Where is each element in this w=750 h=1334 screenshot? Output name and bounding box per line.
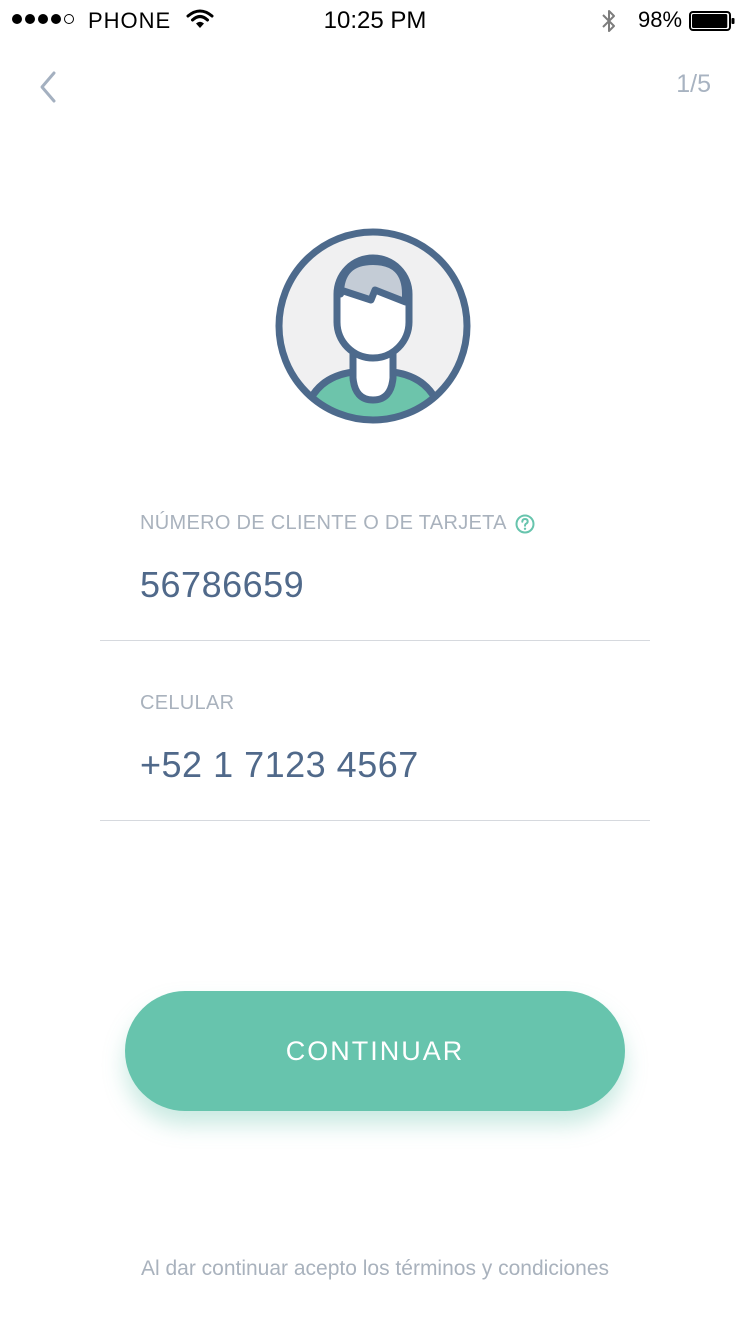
chevron-left-icon[interactable] — [32, 68, 64, 106]
bluetooth-icon — [602, 10, 615, 32]
continue-button-label: CONTINUAR — [285, 1035, 465, 1066]
wifi-icon — [186, 9, 214, 28]
battery-percent: 98% — [638, 7, 683, 32]
carrier-name: PHONE — [88, 8, 172, 33]
client-number-label: NÚMERO DE CLIENTE O DE TARJETA — [140, 512, 535, 535]
battery-fill — [692, 14, 728, 28]
phone-field[interactable]: CELULAR +52 1 7123 4567 — [100, 680, 650, 821]
phone-input[interactable]: +52 1 7123 4567 — [140, 744, 419, 786]
client-number-field[interactable]: NÚMERO DE CLIENTE O DE TARJETA 56786659 — [100, 500, 650, 641]
step-indicator: 1/5 — [676, 70, 711, 98]
question-circle-icon[interactable] — [515, 514, 535, 534]
signal-dot — [12, 14, 22, 24]
cell-signal-icon — [12, 14, 74, 24]
client-number-label-text: NÚMERO DE CLIENTE O DE TARJETA — [140, 512, 507, 534]
terms-link[interactable]: Al dar continuar acepto los términos y c… — [0, 1257, 750, 1281]
phone-label: CELULAR — [140, 692, 235, 714]
signal-dot-empty — [64, 14, 74, 24]
client-number-input[interactable]: 56786659 — [140, 564, 304, 606]
signal-dot — [38, 14, 48, 24]
signal-dot — [51, 14, 61, 24]
user-avatar-icon — [275, 228, 471, 424]
battery-icon — [689, 11, 735, 31]
status-bar: PHONE 10:25 PM 98% — [0, 0, 750, 40]
signal-dot — [25, 14, 35, 24]
continue-button[interactable]: CONTINUAR — [125, 991, 625, 1111]
